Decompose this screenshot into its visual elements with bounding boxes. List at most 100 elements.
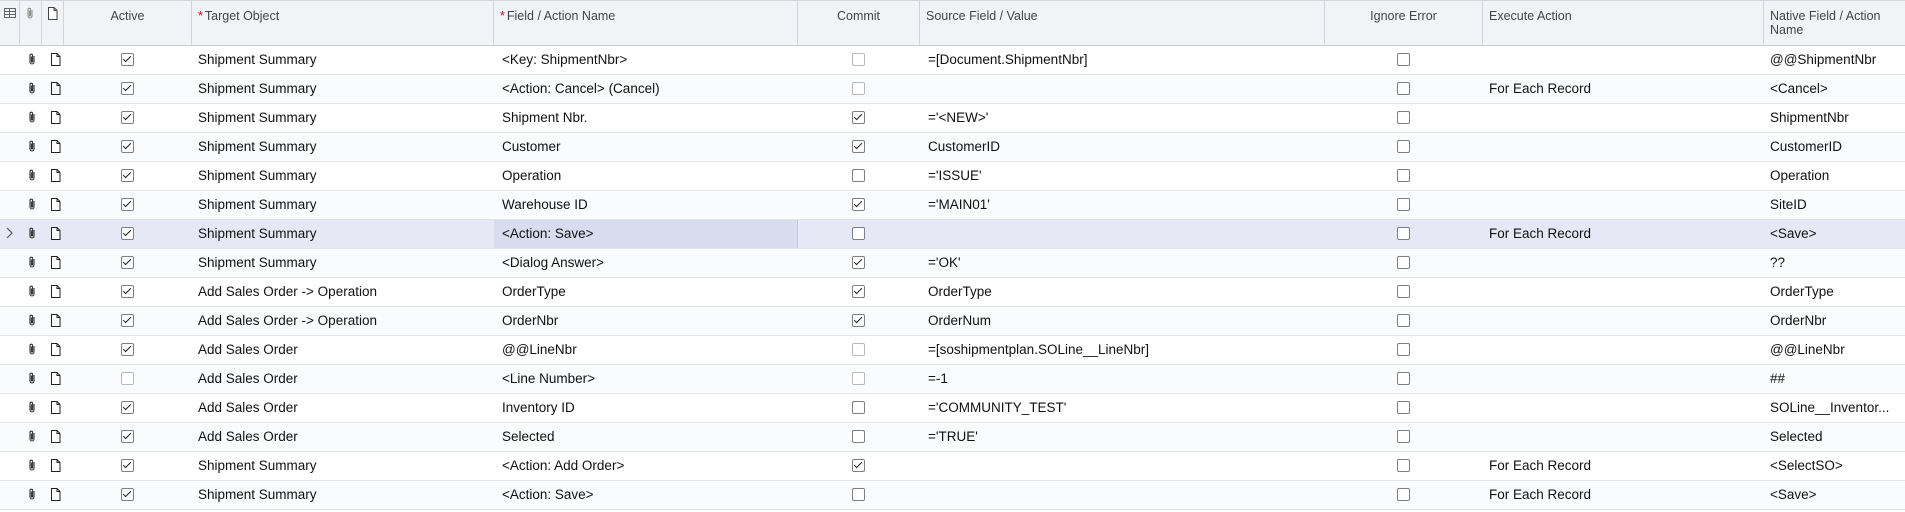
execute-action-cell[interactable]: For Each Record [1483,220,1764,248]
active-checkbox[interactable] [121,342,134,356]
target-object-cell[interactable]: Shipment Summary [192,75,494,103]
column-header-field-action-name[interactable]: * Field / Action Name [494,1,798,46]
table-row[interactable]: Add Sales Order Selected ='TRUE' Selected [0,423,1905,452]
notes-column-header[interactable] [42,1,64,46]
target-object-cell[interactable]: Shipment Summary [192,133,494,161]
native-field-action-name-cell[interactable]: OrderType [1764,278,1905,306]
active-cell[interactable] [64,307,192,335]
table-row[interactable]: Add Sales Order Inventory ID ='COMMUNITY_T… [0,394,1905,423]
ignore-error-checkbox[interactable] [1397,313,1410,327]
ignore-error-cell[interactable] [1325,423,1483,451]
source-field-value-cell[interactable]: OrderNum [920,307,1325,335]
native-field-action-name-cell[interactable]: <Cancel> [1764,75,1905,103]
source-field-value-cell[interactable]: =-1 [920,365,1325,393]
active-checkbox[interactable] [121,255,134,269]
commit-checkbox[interactable] [852,371,865,385]
ignore-error-checkbox[interactable] [1397,110,1410,124]
row-notes-button[interactable] [50,430,61,446]
ignore-error-checkbox[interactable] [1397,458,1410,472]
native-field-action-name-cell[interactable]: <Save> [1764,481,1905,509]
source-field-value-cell[interactable] [920,220,1325,248]
table-row[interactable]: Shipment Summary <Key: ShipmentNbr> =[Docu… [0,46,1905,75]
table-row[interactable]: Shipment Summary <Action: Save> For Each R… [0,481,1905,510]
native-field-action-name-cell[interactable]: SOLine__Inventor... [1764,394,1905,422]
active-cell[interactable] [64,191,192,219]
ignore-error-checkbox[interactable] [1397,487,1410,501]
target-object-cell[interactable]: Add Sales Order [192,423,494,451]
commit-checkbox[interactable] [852,168,865,182]
row-files-button[interactable] [27,198,37,214]
target-object-cell[interactable]: Add Sales Order [192,365,494,393]
native-field-action-name-cell[interactable]: SiteID [1764,191,1905,219]
row-notes-button[interactable] [50,227,61,243]
column-header-active[interactable]: Active [64,1,192,46]
commit-cell[interactable] [798,278,920,306]
commit-cell[interactable] [798,423,920,451]
ignore-error-checkbox[interactable] [1397,284,1410,298]
execute-action-cell[interactable] [1483,365,1764,393]
commit-checkbox[interactable] [852,458,865,472]
grid-settings-button[interactable] [0,1,20,46]
ignore-error-checkbox[interactable] [1397,342,1410,356]
target-object-cell[interactable]: Shipment Summary [192,481,494,509]
active-cell[interactable] [64,220,192,248]
native-field-action-name-cell[interactable]: ## [1764,365,1905,393]
commit-cell[interactable] [798,220,920,248]
row-files-button[interactable] [27,488,37,504]
ignore-error-cell[interactable] [1325,162,1483,190]
native-field-action-name-cell[interactable]: ShipmentNbr [1764,104,1905,132]
field-action-name-cell[interactable]: Operation [494,162,798,190]
active-cell[interactable] [64,75,192,103]
row-notes-button[interactable] [50,401,61,417]
source-field-value-cell[interactable]: ='TRUE' [920,423,1325,451]
table-row[interactable]: Add Sales Order -> Operation OrderNbr Orde… [0,307,1905,336]
table-row[interactable]: Shipment Summary Customer CustomerID Custom… [0,133,1905,162]
field-action-name-cell[interactable]: <Action: Save> [494,481,798,509]
ignore-error-cell[interactable] [1325,452,1483,480]
execute-action-cell[interactable] [1483,278,1764,306]
source-field-value-cell[interactable]: ='<NEW>' [920,104,1325,132]
commit-checkbox[interactable] [852,313,865,327]
row-notes-button[interactable] [50,488,61,504]
column-header-execute-action[interactable]: Execute Action [1483,1,1764,46]
source-field-value-cell[interactable] [920,481,1325,509]
field-action-name-cell[interactable]: OrderType [494,278,798,306]
row-files-button[interactable] [27,111,37,127]
target-object-cell[interactable]: Shipment Summary [192,220,494,248]
table-row[interactable]: Shipment Summary Shipment Nbr. ='<NEW>' Shi… [0,104,1905,133]
ignore-error-cell[interactable] [1325,75,1483,103]
table-row[interactable]: Shipment Summary <Action: Add Order> For E… [0,452,1905,481]
column-header-ignore-error[interactable]: Ignore Error [1325,1,1483,46]
table-row[interactable]: Add Sales Order <Line Number> =-1 ## [0,365,1905,394]
commit-checkbox[interactable] [852,81,865,95]
field-action-name-cell[interactable]: Shipment Nbr. [494,104,798,132]
row-notes-button[interactable] [50,111,61,127]
row-files-button[interactable] [27,430,37,446]
row-notes-button[interactable] [50,459,61,475]
active-cell[interactable] [64,46,192,74]
ignore-error-cell[interactable] [1325,394,1483,422]
table-row[interactable]: Add Sales Order -> Operation OrderType Ord… [0,278,1905,307]
row-files-button[interactable] [27,401,37,417]
commit-checkbox[interactable] [852,487,865,501]
active-checkbox[interactable] [121,371,134,385]
target-object-cell[interactable]: Shipment Summary [192,162,494,190]
row-files-button[interactable] [27,82,37,98]
ignore-error-checkbox[interactable] [1397,400,1410,414]
execute-action-cell[interactable] [1483,249,1764,277]
target-object-cell[interactable]: Shipment Summary [192,452,494,480]
commit-cell[interactable] [798,365,920,393]
target-object-cell[interactable]: Add Sales Order -> Operation [192,307,494,335]
row-notes-button[interactable] [50,372,61,388]
active-checkbox[interactable] [121,284,134,298]
active-checkbox[interactable] [121,110,134,124]
native-field-action-name-cell[interactable]: ?? [1764,249,1905,277]
table-row[interactable]: Add Sales Order @@LineNbr =[soshipmentplan… [0,336,1905,365]
commit-cell[interactable] [798,452,920,480]
files-column-header[interactable] [20,1,42,46]
ignore-error-cell[interactable] [1325,220,1483,248]
execute-action-cell[interactable] [1483,394,1764,422]
ignore-error-checkbox[interactable] [1397,371,1410,385]
active-checkbox[interactable] [121,226,134,240]
field-action-name-cell[interactable]: Inventory ID [494,394,798,422]
